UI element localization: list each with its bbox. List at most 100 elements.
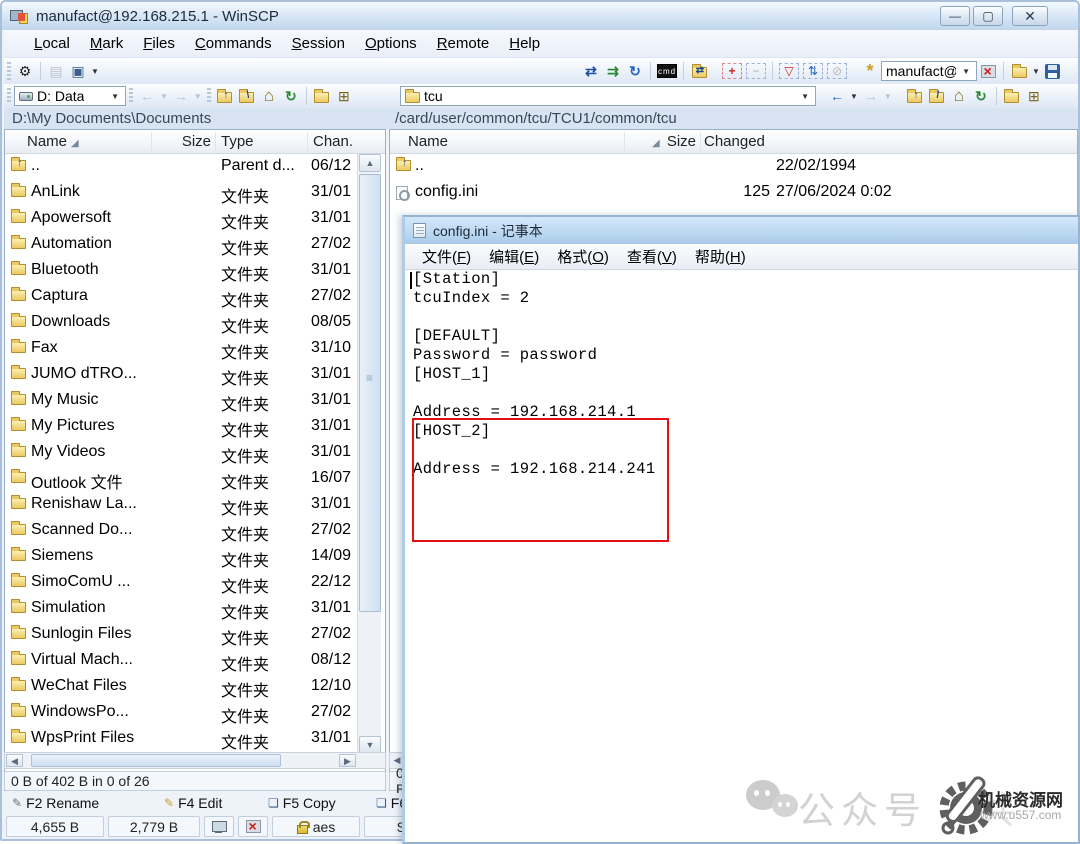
unselect-files-icon[interactable]: −: [744, 60, 768, 82]
maximize-button[interactable]: ▢: [973, 6, 1003, 26]
file-row[interactable]: WpsPrint Files 文件夹 31/01: [5, 726, 356, 752]
file-row[interactable]: ↑ .. Parent d... 06/12: [5, 154, 356, 180]
new-session-icon[interactable]: *: [859, 60, 881, 82]
remote-back-dropdown-icon[interactable]: ▼: [848, 92, 860, 101]
save-session-icon[interactable]: [1042, 60, 1064, 82]
local-back-dropdown-icon[interactable]: ▼: [158, 92, 170, 101]
file-row[interactable]: Automation 文件夹 27/02: [5, 232, 356, 258]
remote-open-directory-icon[interactable]: [1001, 85, 1023, 107]
close-session-icon[interactable]: [977, 60, 999, 82]
remote-home-directory-icon[interactable]: ⌂: [948, 85, 970, 107]
remote-forward-icon[interactable]: →: [860, 85, 882, 107]
menu-help[interactable]: Help: [499, 32, 550, 55]
winscp-titlebar[interactable]: manufact@192.168.215.1 - WinSCP — ▢ ✕: [2, 2, 1078, 30]
file-row[interactable]: SimoComU ... 文件夹 22/12: [5, 570, 356, 596]
file-row[interactable]: Outlook 文件 文件夹 16/07: [5, 466, 356, 492]
menu-local[interactable]: Local: [24, 32, 80, 55]
local-col-name[interactable]: Name: [27, 133, 67, 150]
menu-remote[interactable]: Remote: [427, 32, 500, 55]
file-row[interactable]: Sunlogin Files 文件夹 27/02: [5, 622, 356, 648]
file-row[interactable]: My Pictures 文件夹 31/01: [5, 414, 356, 440]
close-button[interactable]: ✕: [1012, 6, 1048, 26]
file-row[interactable]: Scanned Do... 文件夹 27/02: [5, 518, 356, 544]
local-vertical-scrollbar[interactable]: ▲ ▼: [357, 154, 381, 754]
file-row[interactable]: WeChat Files 文件夹 12/10: [5, 674, 356, 700]
select-files-icon[interactable]: +: [720, 60, 744, 82]
local-col-type[interactable]: Type: [221, 133, 254, 150]
file-row[interactable]: JUMO dTRO... 文件夹 31/01: [5, 362, 356, 388]
local-forward-dropdown-icon[interactable]: ▼: [192, 92, 204, 101]
f5-copy-button[interactable]: ❏ F5 Copy: [268, 795, 336, 811]
scroll-right-icon[interactable]: ▶: [339, 754, 356, 767]
f4-edit-button[interactable]: ✎ F4 Edit: [164, 795, 222, 811]
file-row[interactable]: Renishaw La... 文件夹 31/01: [5, 492, 356, 518]
remote-path[interactable]: /card/user/common/tcu/TCU1/common/tcu: [387, 110, 677, 127]
copy-session-icon[interactable]: ▣: [67, 60, 89, 82]
menu-options[interactable]: Options: [355, 32, 427, 55]
file-row[interactable]: Bluetooth 文件夹 31/01: [5, 258, 356, 284]
remote-col-name[interactable]: Name: [408, 133, 448, 150]
synchronize-icon[interactable]: ⇄: [580, 60, 602, 82]
remote-col-size[interactable]: Size: [630, 133, 696, 150]
local-back-icon[interactable]: ←: [136, 85, 158, 107]
file-row[interactable]: Captura 文件夹 27/02: [5, 284, 356, 310]
notepad-text-area[interactable]: [Station]tcuIndex = 2[DEFAULT]Password =…: [405, 270, 1078, 842]
local-parent-directory-icon[interactable]: ↑: [214, 85, 236, 107]
notepad-titlebar[interactable]: config.ini - 记事本: [405, 217, 1078, 244]
drive-combo[interactable]: D: Data ▼: [14, 86, 126, 106]
menu-files[interactable]: Files: [133, 32, 185, 55]
local-open-directory-icon[interactable]: [311, 85, 333, 107]
scrollbar-thumb[interactable]: [359, 174, 381, 612]
queue-panel-icon[interactable]: ▤: [45, 60, 67, 82]
notepad-menu-view[interactable]: 查看(V): [618, 244, 686, 269]
local-root-directory-icon[interactable]: \: [236, 85, 258, 107]
notepad-menu-help[interactable]: 帮助(H): [686, 244, 755, 269]
file-row[interactable]: AnLink 文件夹 31/01: [5, 180, 356, 206]
f2-rename-button[interactable]: ✎ F2 Rename: [12, 795, 99, 811]
local-refresh-icon[interactable]: ↻: [280, 85, 302, 107]
menu-commands[interactable]: Commands: [185, 32, 282, 55]
remote-forward-dropdown-icon[interactable]: ▼: [882, 92, 894, 101]
local-home-directory-icon[interactable]: ⌂: [258, 85, 280, 107]
console-icon[interactable]: cmd: [655, 60, 679, 82]
remote-col-changed[interactable]: Changed: [704, 133, 765, 150]
file-row[interactable]: Virtual Mach... 文件夹 08/12: [5, 648, 356, 674]
invert-selection-icon[interactable]: ⊘: [825, 60, 849, 82]
session-combo[interactable]: manufact@19 ▼: [881, 61, 977, 81]
file-row[interactable]: My Music 文件夹 31/01: [5, 388, 356, 414]
workspace-dropdown-icon[interactable]: ▼: [1030, 67, 1042, 76]
scroll-left-icon[interactable]: ◀: [6, 754, 23, 767]
file-row[interactable]: config.ini 125 27/06/2024 0:02: [390, 180, 1077, 206]
compare-directories-icon[interactable]: ⇅: [801, 60, 825, 82]
remote-parent-directory-icon[interactable]: ↑: [904, 85, 926, 107]
menu-mark[interactable]: Mark: [80, 32, 133, 55]
file-row[interactable]: ↑ .. 22/02/1994: [390, 154, 1077, 180]
notepad-menu-format[interactable]: 格式(O): [548, 244, 618, 269]
file-row[interactable]: Fax 文件夹 31/10: [5, 336, 356, 362]
minimize-button[interactable]: —: [940, 6, 970, 26]
scroll-up-icon[interactable]: ▲: [359, 154, 381, 172]
file-row[interactable]: My Videos 文件夹 31/01: [5, 440, 356, 466]
remote-back-icon[interactable]: ←: [826, 85, 848, 107]
scrollbar-thumb[interactable]: [31, 754, 281, 767]
local-col-changed[interactable]: Chan.: [313, 133, 353, 150]
file-row[interactable]: WindowsPo... 文件夹 27/02: [5, 700, 356, 726]
synchronize-browsing-icon[interactable]: ⇄: [688, 60, 710, 82]
menu-session[interactable]: Session: [282, 32, 355, 55]
notepad-menu-file[interactable]: 文件(F): [413, 244, 480, 269]
local-path[interactable]: D:\My Documents\Documents: [4, 110, 387, 127]
workspace-folder-icon[interactable]: [1008, 60, 1030, 82]
remote-root-directory-icon[interactable]: /: [926, 85, 948, 107]
local-forward-icon[interactable]: →: [170, 85, 192, 107]
file-row[interactable]: Siemens 文件夹 14/09: [5, 544, 356, 570]
copy-session-dropdown-icon[interactable]: ▼: [89, 67, 101, 76]
filter-icon[interactable]: ▽: [777, 60, 801, 82]
remote-directory-tree-icon[interactable]: ⊞: [1023, 85, 1045, 107]
file-row[interactable]: Simulation 文件夹 31/01: [5, 596, 356, 622]
preferences-gear-icon[interactable]: ⚙: [14, 60, 36, 82]
file-row[interactable]: Apowersoft 文件夹 31/01: [5, 206, 356, 232]
local-horizontal-scrollbar[interactable]: ◀ ▶: [4, 752, 386, 769]
remote-refresh-icon[interactable]: ↻: [970, 85, 992, 107]
remote-directory-combo[interactable]: tcu ▼: [400, 86, 816, 106]
local-col-size[interactable]: Size: [155, 133, 211, 150]
